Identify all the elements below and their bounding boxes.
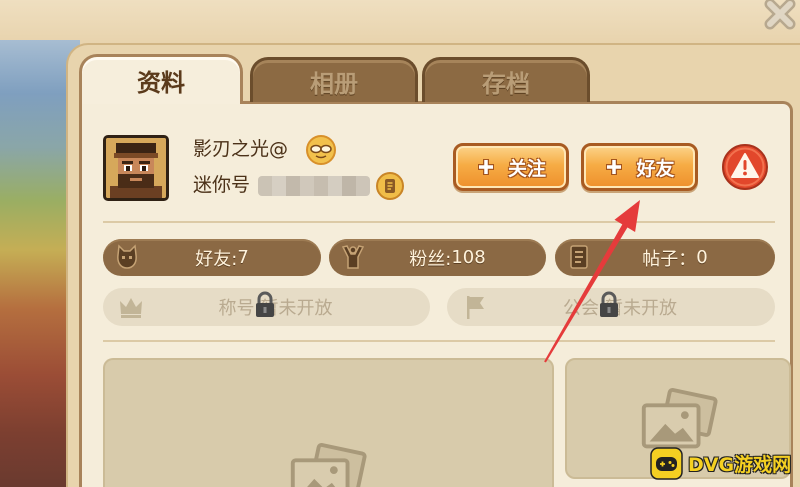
avatar-icon [106, 138, 166, 198]
document-icon [570, 245, 588, 269]
photo-icon [641, 387, 718, 449]
locked-guild: 公会: 暂未开放 [447, 288, 775, 326]
stat-fans[interactable]: 粉丝: 108 [329, 239, 546, 276]
follow-label: 关注 [507, 157, 546, 180]
gallery-slot-main[interactable] [103, 358, 554, 487]
divider [103, 340, 775, 342]
divider [103, 221, 775, 223]
add-friend-button[interactable]: 好友 [581, 143, 698, 191]
plus-icon [606, 159, 623, 175]
close-icon[interactable] [762, 0, 798, 34]
stat-label: 粉丝: [409, 248, 452, 270]
photo-icon [290, 442, 367, 487]
top-bar [0, 0, 800, 44]
medal-glasses-icon[interactable] [305, 134, 337, 166]
gamepad-icon [650, 446, 683, 480]
tab-archive[interactable]: 存档 [422, 57, 590, 102]
cat-icon [117, 244, 137, 269]
tab-label: 相册 [310, 69, 358, 98]
tab-label: 存档 [482, 69, 530, 98]
mini-id-redacted [258, 176, 370, 196]
stat-label: 帖子： [642, 248, 697, 270]
add-friend-label: 好友 [636, 157, 675, 180]
avatar[interactable] [103, 135, 169, 201]
watermark-text: DVG游戏网 [688, 453, 792, 476]
watermark: DVG游戏网 [650, 445, 792, 481]
player-name: 影刃之光@ [193, 138, 289, 160]
follow-button[interactable]: 关注 [453, 143, 569, 191]
stat-label: 好友: [195, 248, 238, 270]
plus-icon [477, 159, 494, 175]
flag-icon [467, 296, 484, 319]
stat-value: 108 [451, 247, 486, 268]
tab-album[interactable]: 相册 [250, 57, 418, 102]
stat-value: 0 [696, 247, 708, 268]
warning-icon[interactable] [721, 143, 769, 191]
hand-icon [341, 245, 365, 269]
lock-icon [255, 291, 274, 317]
copy-icon[interactable] [375, 171, 405, 201]
stat-posts[interactable]: 帖子： 0 [555, 239, 775, 276]
stat-value: 7 [237, 247, 249, 268]
crown-icon [120, 298, 142, 318]
tab-label: 资料 [137, 69, 185, 97]
locked-title: 称号: 暂未开放 [103, 288, 430, 326]
lock-icon [600, 291, 619, 317]
stat-friends[interactable]: 好友: 7 [103, 239, 321, 276]
tab-profile[interactable]: 资料 [79, 54, 243, 104]
mini-id-label: 迷你号 [193, 174, 251, 196]
